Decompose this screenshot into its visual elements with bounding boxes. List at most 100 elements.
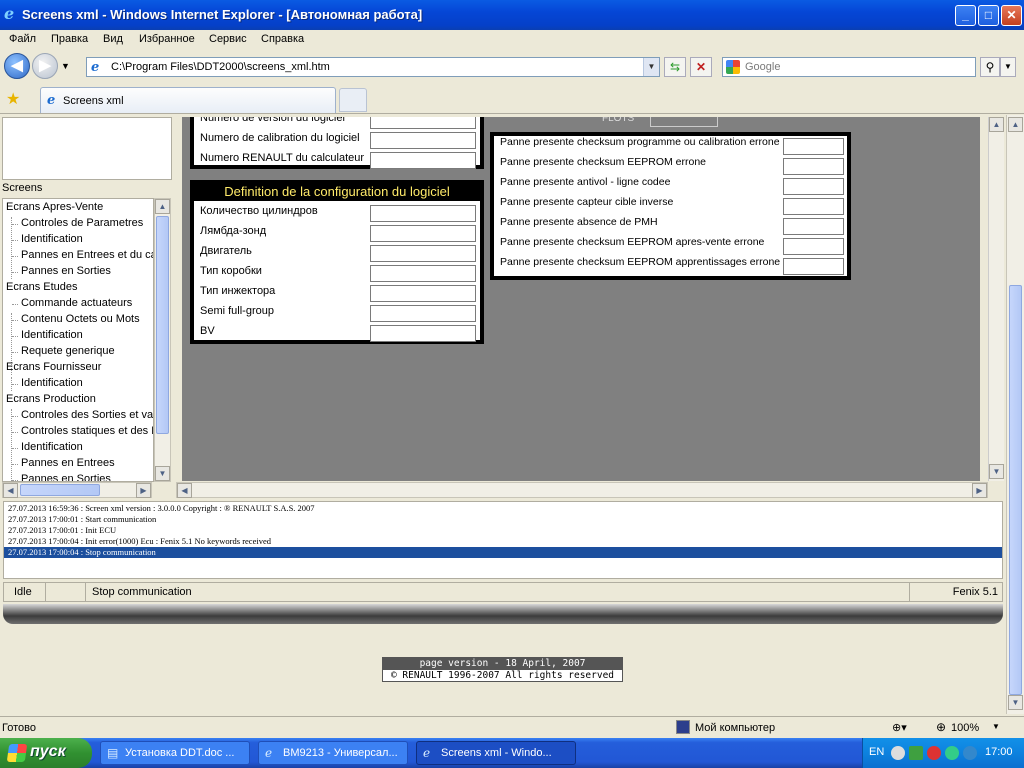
menu-help[interactable]: Справка (261, 33, 304, 45)
search-input[interactable]: Google (745, 61, 780, 73)
status-empty (46, 583, 86, 601)
zoom-level[interactable]: 100% (951, 722, 979, 734)
scroll-up-icon[interactable]: ▲ (989, 117, 1004, 132)
tree-group[interactable]: Ecrans Etudes (6, 281, 78, 293)
field-label: Количество цилиндров (200, 205, 318, 217)
divider-bar (3, 604, 1003, 624)
tree-horizontal-scrollbar[interactable]: ◀ ▶ (2, 482, 152, 498)
tree-item[interactable]: Controles statiques et des E (21, 425, 153, 437)
tree-connector (12, 320, 18, 321)
field-label: Двигатель (200, 245, 252, 257)
tray-icon[interactable] (927, 746, 941, 760)
taskbar-item-ie1[interactable]: e BM9213 - Универсал... (258, 741, 408, 765)
menu-file[interactable]: Файл (9, 33, 36, 45)
tree-item[interactable]: Contenu Octets ou Mots (21, 313, 140, 325)
zoom-dropdown-icon[interactable]: ▼ (992, 722, 1000, 731)
screens-header: Screens (2, 182, 43, 194)
history-dropdown-icon[interactable]: ▼ (61, 61, 70, 71)
menu-edit[interactable]: Правка (51, 33, 88, 45)
back-button[interactable]: ◀ (4, 53, 30, 79)
screen-horizontal-scrollbar[interactable]: ◀ ▶ (176, 482, 988, 498)
tree-item[interactable]: Identification (21, 329, 83, 341)
field-label: Numero RENAULT du calculateur (200, 152, 365, 164)
tree-item[interactable]: Pannes en Sorties (21, 265, 111, 277)
stop-icon[interactable]: ✕ (690, 57, 712, 77)
menu-favorites[interactable]: Избранное (139, 33, 195, 45)
field-label: Лямбда-зонд (200, 225, 267, 237)
scroll-right-icon[interactable]: ▶ (972, 483, 987, 498)
taskbar-item-screens-xml[interactable]: e Screens xml - Windo... (416, 741, 576, 765)
field-label: Numero de version du logiciel (200, 117, 345, 124)
tree-group[interactable]: Ecrans Apres-Vente (6, 201, 103, 213)
language-indicator[interactable]: EN (869, 746, 884, 758)
scroll-down-icon[interactable]: ▼ (1008, 695, 1023, 710)
fault-value (783, 178, 844, 195)
scroll-down-icon[interactable]: ▼ (989, 464, 1004, 479)
new-tab-button[interactable] (339, 88, 367, 112)
address-dropdown-icon[interactable]: ▼ (643, 58, 659, 76)
search-box[interactable]: Google (722, 57, 976, 77)
menu-view[interactable]: Вид (103, 33, 123, 45)
partial-field (650, 117, 718, 127)
address-input[interactable]: C:\Program Files\DDT2000\screens_xml.htm (111, 61, 330, 73)
field-label: BV (200, 325, 215, 337)
tree-group[interactable]: Ecrans Fournisseur (6, 361, 101, 373)
log-line: 27.07.2013 17:00:01 : Init ECU (8, 525, 117, 535)
start-button[interactable]: пуск (0, 738, 92, 768)
scroll-right-icon[interactable]: ▶ (136, 483, 151, 498)
zoom-icon[interactable]: ⊕ (936, 720, 946, 734)
address-bar[interactable]: e C:\Program Files\DDT2000\screens_xml.h… (86, 57, 660, 77)
scroll-thumb[interactable] (20, 484, 100, 496)
page-vertical-scrollbar[interactable]: ▲ ▼ (1006, 115, 1024, 714)
scroll-left-icon[interactable]: ◀ (3, 483, 18, 498)
forward-button[interactable]: ▶ (32, 53, 58, 79)
tree-group[interactable]: Ecrans Production (6, 393, 96, 405)
refresh-icon[interactable]: ⇆ (664, 57, 686, 77)
tree-item[interactable]: Controles de Parametres (21, 217, 143, 229)
search-options-icon[interactable]: ▼ (1000, 57, 1016, 77)
tray-icon[interactable] (891, 746, 905, 760)
tab-screens-xml[interactable]: e Screens xml (40, 87, 336, 113)
tray-icon[interactable] (945, 746, 959, 760)
app-status-bar: Idle Stop communication Fenix 5.1 (3, 582, 1003, 602)
tray-icon[interactable] (963, 746, 977, 760)
minimize-button[interactable]: _ (955, 5, 976, 26)
scroll-thumb[interactable] (156, 216, 169, 434)
tree-item[interactable]: Pannes en Sorties (21, 473, 111, 481)
log-line: 27.07.2013 16:59:36 : Screen xml version… (8, 503, 315, 513)
menu-tools[interactable]: Сервис (209, 33, 247, 45)
tree-item[interactable]: Identification (21, 377, 83, 389)
tree-item[interactable]: Requete generique (21, 345, 115, 357)
scroll-up-icon[interactable]: ▲ (1008, 117, 1023, 132)
scroll-thumb[interactable] (1009, 285, 1022, 695)
tab-row: ★ e Screens xml (0, 84, 1024, 114)
communication-log[interactable]: 27.07.2013 16:59:36 : Screen xml version… (3, 501, 1003, 579)
tree-item[interactable]: Commande actuateurs (21, 297, 132, 309)
tree-connector (12, 384, 18, 385)
tray-icon[interactable] (909, 746, 923, 760)
tree-item[interactable]: Pannes en Entrees (21, 457, 115, 469)
maximize-button[interactable]: □ (978, 5, 999, 26)
field-label: Тип коробки (200, 265, 262, 277)
ie-logo-icon: e (4, 4, 15, 23)
tree-connector (12, 448, 18, 449)
tree-item[interactable]: Identification (21, 233, 83, 245)
tree-vertical-scrollbar[interactable]: ▲ ▼ (154, 198, 171, 482)
screen-vertical-scrollbar[interactable]: ▲ ▼ (988, 117, 1004, 481)
close-button[interactable]: ✕ (1001, 5, 1022, 26)
favorites-star-icon[interactable]: ★ (6, 89, 20, 109)
field-label: Numero de calibration du logiciel (200, 132, 360, 144)
tree-item[interactable]: Identification (21, 441, 83, 453)
protected-mode-icon[interactable]: ⊕▾ (892, 721, 907, 734)
tree-item[interactable]: Controles des Sorties et vale (21, 409, 153, 421)
scroll-up-icon[interactable]: ▲ (155, 199, 170, 214)
field-label: Тип инжектора (200, 285, 276, 297)
search-icon[interactable]: ⚲ (980, 57, 1000, 77)
google-icon (726, 60, 740, 74)
tree-item[interactable]: Pannes en Entrees et du ca (21, 249, 153, 261)
tree-connector (12, 304, 18, 305)
scroll-left-icon[interactable]: ◀ (177, 483, 192, 498)
scroll-down-icon[interactable]: ▼ (155, 466, 170, 481)
tree-connector (12, 480, 18, 481)
taskbar-item-word[interactable]: ▤ Установка DDT.doc ... (100, 741, 250, 765)
